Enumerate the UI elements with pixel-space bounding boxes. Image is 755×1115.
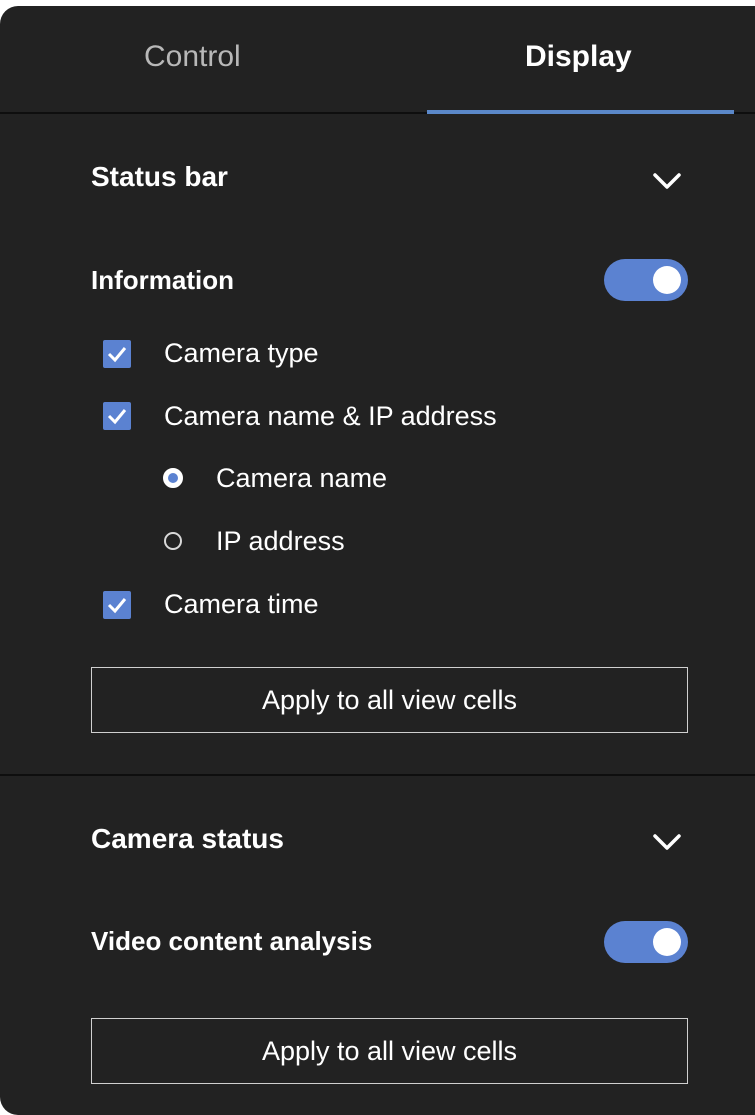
tab-bar: Control Display [0, 6, 755, 114]
video-content-analysis-label: Video content analysis [91, 926, 373, 956]
ip-address-label: IP address [216, 526, 345, 556]
camera-time-label: Camera time [164, 589, 319, 619]
checkmark-icon [107, 598, 127, 614]
section-divider [0, 774, 755, 776]
camera-name-radio[interactable] [163, 468, 183, 488]
status-bar-section-title: Status bar [91, 161, 228, 192]
camera-time-checkbox[interactable] [103, 591, 131, 619]
camera-name-ip-checkbox[interactable] [103, 402, 131, 430]
camera-type-checkbox[interactable] [103, 340, 131, 368]
radio-dot [168, 473, 178, 483]
information-label: Information [91, 265, 234, 295]
camera-status-section-title: Camera status [91, 823, 284, 854]
checkmark-icon [107, 347, 127, 363]
ip-address-radio[interactable] [164, 532, 182, 550]
camera-name-ip-label: Camera name & IP address [164, 401, 497, 431]
tab-display[interactable]: Display [525, 40, 632, 74]
video-content-analysis-toggle[interactable] [604, 921, 688, 963]
status-bar-chevron-down-icon[interactable] [650, 170, 684, 192]
display-settings-panel: Control Display Status bar Information C… [0, 6, 755, 1115]
checkmark-icon [107, 409, 127, 425]
camera-status-apply-button[interactable]: Apply to all view cells [91, 1018, 688, 1084]
active-tab-indicator [427, 110, 734, 114]
information-toggle[interactable] [604, 259, 688, 301]
tab-control[interactable]: Control [144, 40, 241, 74]
camera-name-label: Camera name [216, 463, 388, 493]
toggle-knob [653, 928, 681, 956]
status-bar-apply-button[interactable]: Apply to all view cells [91, 667, 688, 733]
toggle-knob [653, 266, 681, 294]
camera-type-label: Camera type [164, 338, 319, 368]
camera-status-chevron-down-icon[interactable] [650, 831, 684, 853]
